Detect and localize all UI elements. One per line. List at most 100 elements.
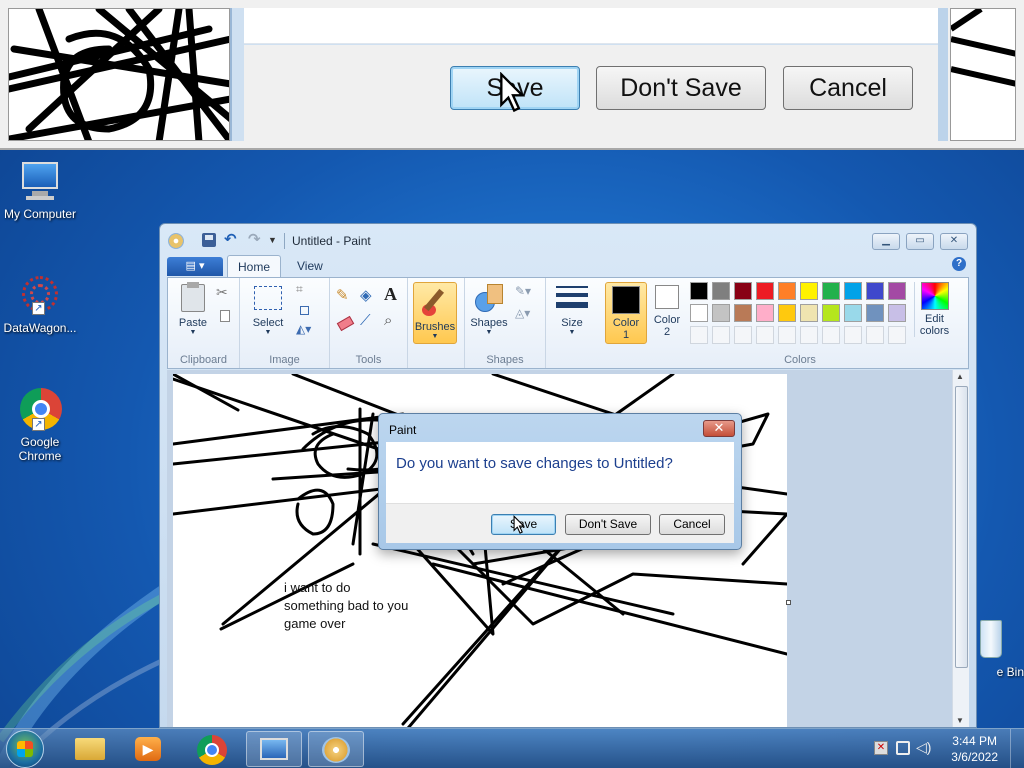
palette-swatch[interactable] (800, 326, 818, 344)
color2-swatch (655, 285, 679, 309)
brushes-button[interactable]: Brushes ▼ (413, 282, 457, 344)
palette-swatch[interactable] (866, 304, 884, 322)
select-button[interactable]: Select ▼ (248, 282, 288, 336)
desktop-icon-datawagon[interactable]: ↗ DataWagon... (0, 274, 80, 335)
palette-swatch[interactable] (690, 282, 708, 300)
network-icon[interactable] (896, 741, 910, 755)
volume-icon[interactable]: ◁) (916, 739, 931, 756)
color1-button[interactable]: Color 1 (605, 282, 647, 344)
save-dialog: Paint ✕ Do you want to save changes to U… (378, 413, 742, 550)
rotate-icon[interactable]: ◭▾ (296, 322, 316, 342)
edit-colors-label-2: colors (919, 325, 950, 337)
taskbar-paint-button[interactable] (308, 731, 364, 767)
palette-swatch[interactable] (778, 304, 796, 322)
palette-swatch[interactable] (756, 326, 774, 344)
palette-swatch[interactable] (690, 304, 708, 322)
fill-icon[interactable]: ◈ (360, 286, 380, 306)
desktop-icon-my-computer[interactable]: My Computer (0, 160, 80, 221)
size-button[interactable]: Size ▼ (552, 282, 592, 336)
palette-swatch[interactable] (888, 282, 906, 300)
customize-quick-access-icon[interactable]: ▼ (268, 233, 284, 249)
paint-app-icon[interactable] (168, 233, 184, 249)
palette-swatch[interactable] (778, 282, 796, 300)
shape-fill-icon[interactable]: ◬▾ (515, 306, 535, 326)
taskbar-chrome-button[interactable] (184, 731, 240, 767)
paste-button[interactable]: Paste ▼ (174, 282, 212, 336)
taskbar-media-player-button[interactable]: ▶ (120, 731, 176, 767)
palette-swatch[interactable] (712, 326, 730, 344)
palette-swatch[interactable] (888, 304, 906, 322)
palette-swatch[interactable] (734, 282, 752, 300)
shapes-button[interactable]: Shapes ▼ (469, 282, 509, 336)
group-label-colors: Colors (784, 354, 816, 366)
select-label: Select (252, 317, 284, 329)
taskbar-remote-app-button[interactable] (246, 731, 302, 767)
palette-swatch[interactable] (756, 282, 774, 300)
resize-icon[interactable] (296, 302, 316, 322)
save-icon[interactable] (202, 233, 216, 247)
palette-swatch[interactable] (844, 304, 862, 322)
start-button[interactable] (6, 730, 44, 768)
palette-swatch[interactable] (800, 282, 818, 300)
vertical-scrollbar[interactable]: ▲ ▼ (952, 370, 969, 727)
dialog-close-button[interactable]: ✕ (703, 420, 735, 437)
magnifier-icon[interactable]: ⌕ (384, 312, 404, 332)
ribbon-tabs: ▤ ▾ Home View ? (167, 255, 969, 277)
scroll-up-icon[interactable]: ▲ (956, 372, 964, 381)
clock[interactable]: 3:44 PM 3/6/2022 (951, 733, 998, 765)
outline-icon[interactable]: ✎▾ (515, 284, 535, 304)
palette-swatch[interactable] (734, 304, 752, 322)
palette-swatch[interactable] (888, 326, 906, 344)
color2-button[interactable]: Color 2 (648, 285, 686, 338)
file-menu-button[interactable]: ▤ ▾ (167, 257, 223, 276)
scrollbar-thumb[interactable] (955, 386, 968, 668)
tab-view[interactable]: View (287, 255, 333, 277)
edit-colors-button[interactable]: Edit colors (914, 282, 954, 337)
help-icon[interactable]: ? (952, 257, 966, 271)
zoom-cancel-button[interactable]: Cancel (783, 66, 913, 110)
minimize-button[interactable]: ▁ (872, 233, 900, 250)
crop-icon[interactable]: ⌗ (296, 282, 316, 302)
palette-swatch[interactable] (734, 326, 752, 344)
dialog-body: Do you want to save changes to Untitled? (386, 442, 734, 503)
show-desktop-button[interactable] (1010, 729, 1024, 768)
palette-swatch[interactable] (800, 304, 818, 322)
zoom-canvas (8, 8, 230, 141)
desktop-icon-label: Google Chrome (18, 435, 62, 463)
text-icon[interactable]: A (384, 284, 404, 304)
zoom-dont-save-button[interactable]: Don't Save (596, 66, 766, 110)
action-center-icon[interactable]: ✕ (874, 741, 888, 755)
pencil-icon[interactable]: ✎ (336, 286, 356, 306)
copy-icon[interactable] (216, 308, 236, 328)
canvas-resize-handle[interactable] (786, 600, 791, 605)
cut-icon[interactable]: ✂ (216, 284, 236, 304)
tab-home[interactable]: Home (227, 255, 282, 277)
palette-swatch[interactable] (712, 304, 730, 322)
group-label: Tools (355, 354, 382, 366)
dont-save-button[interactable]: Don't Save (565, 514, 651, 535)
palette-swatch[interactable] (712, 282, 730, 300)
palette-swatch[interactable] (844, 326, 862, 344)
color-picker-icon[interactable]: ⟋ (360, 312, 380, 332)
palette-swatch[interactable] (866, 282, 884, 300)
palette-swatch[interactable] (822, 304, 840, 322)
palette-swatch[interactable] (756, 304, 774, 322)
palette-swatch[interactable] (822, 326, 840, 344)
palette-swatch[interactable] (822, 282, 840, 300)
cancel-button[interactable]: Cancel (659, 514, 725, 535)
palette-swatch[interactable] (690, 326, 708, 344)
undo-icon[interactable]: ↶ (224, 232, 240, 249)
scroll-down-icon[interactable]: ▼ (956, 716, 964, 725)
desktop-icon-google-chrome[interactable]: ↗ Google Chrome (0, 388, 80, 463)
taskbar: ▶ ✕ ◁) 3:44 PM 3/6/2022 (0, 728, 1024, 768)
close-button[interactable]: ✕ (940, 233, 968, 250)
redo-icon[interactable]: ↷ (248, 232, 264, 249)
chrome-taskbar-icon (197, 735, 227, 765)
taskbar-explorer-button[interactable] (62, 731, 118, 767)
palette-swatch[interactable] (866, 326, 884, 344)
zoom-cursor-icon (500, 72, 526, 113)
maximize-button[interactable]: ▭ (906, 233, 934, 250)
palette-swatch[interactable] (778, 326, 796, 344)
eraser-icon[interactable] (336, 314, 356, 334)
palette-swatch[interactable] (844, 282, 862, 300)
